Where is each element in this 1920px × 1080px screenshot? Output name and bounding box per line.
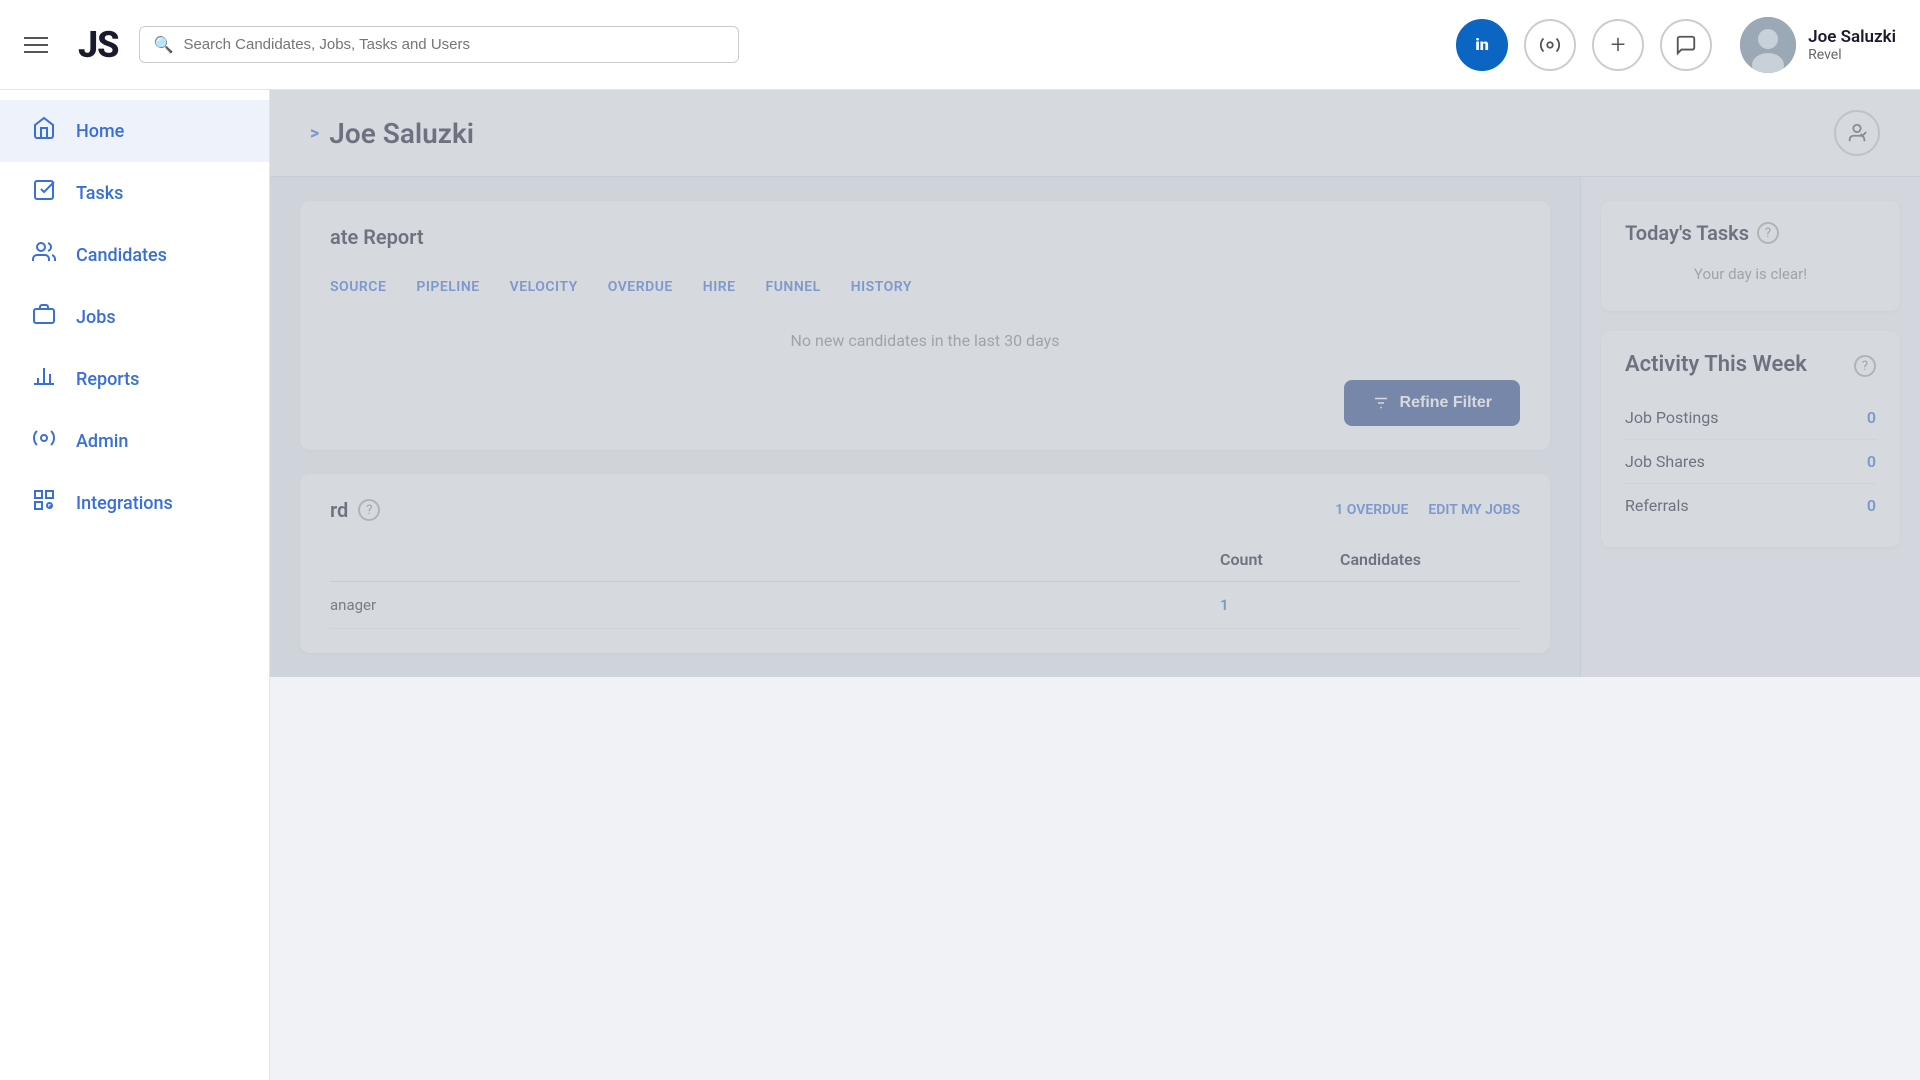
activity-row-referrals: Referrals 0 xyxy=(1625,484,1876,527)
sidebar-label-integrations: Integrations xyxy=(76,493,173,514)
content-grid: ate Report SOURCE PIPELINE VELOCITY OVER… xyxy=(270,177,1920,677)
activity-card: Activity This Week ? Job Postings 0 Job … xyxy=(1601,331,1900,547)
user-info: Joe Saluzki Revel xyxy=(1808,27,1896,63)
sidebar-label-home: Home xyxy=(76,121,124,142)
user-name: Joe Saluzki xyxy=(1808,27,1896,47)
tasks-clear-message: Your day is clear! xyxy=(1625,257,1876,291)
overdue-link[interactable]: 1 OVERDUE xyxy=(1335,502,1408,518)
page-title: Joe Saluzki xyxy=(329,117,474,150)
search-icon: 🔍 xyxy=(154,35,174,54)
col-candidates: Candidates xyxy=(1340,550,1520,569)
todays-tasks-card: Today's Tasks ? Your day is clear! xyxy=(1601,201,1900,311)
activity-row-job-shares: Job Shares 0 xyxy=(1625,440,1876,484)
jobs-icon xyxy=(30,302,58,332)
sidebar-label-admin: Admin xyxy=(76,431,128,452)
report-card: ate Report SOURCE PIPELINE VELOCITY OVER… xyxy=(300,201,1550,450)
breadcrumb-arrow: > xyxy=(310,123,319,144)
sidebar-item-reports[interactable]: Reports xyxy=(0,348,269,410)
nav-action-icons: in + xyxy=(1456,19,1712,71)
left-panel: ate Report SOURCE PIPELINE VELOCITY OVER… xyxy=(270,177,1580,677)
sidebar-item-integrations[interactable]: Integrations xyxy=(0,472,269,534)
tab-history[interactable]: HISTORY xyxy=(851,279,912,295)
sidebar-item-admin[interactable]: Admin xyxy=(0,410,269,472)
user-link-icon[interactable] xyxy=(1834,110,1880,156)
report-title: ate Report xyxy=(330,225,424,249)
activity-label-job-shares: Job Shares xyxy=(1625,452,1705,471)
tab-hire[interactable]: HIRE xyxy=(703,279,736,295)
sidebar-item-home[interactable]: Home xyxy=(0,100,269,162)
activity-row-job-postings: Job Postings 0 xyxy=(1625,396,1876,440)
no-data-message: No new candidates in the last 30 days xyxy=(330,311,1520,370)
table-row: anager 1 xyxy=(330,582,1520,629)
sidebar-label-jobs: Jobs xyxy=(76,307,116,328)
dashboard-title: rd xyxy=(330,498,348,522)
reports-icon xyxy=(30,364,58,394)
add-icon[interactable]: + xyxy=(1592,19,1644,71)
tasks-help-icon[interactable]: ? xyxy=(1757,222,1779,244)
table-header: Count Candidates xyxy=(330,538,1520,582)
page-header: > Joe Saluzki xyxy=(270,90,1920,177)
tools-icon[interactable] xyxy=(1524,19,1576,71)
tab-pipeline[interactable]: PIPELINE xyxy=(416,279,479,295)
user-org: Revel xyxy=(1808,47,1896,63)
activity-count-job-shares: 0 xyxy=(1867,452,1876,471)
sidebar-label-reports: Reports xyxy=(76,369,139,390)
row-count[interactable]: 1 xyxy=(1220,596,1340,614)
activity-count-job-postings: 0 xyxy=(1867,408,1876,427)
menu-hamburger[interactable] xyxy=(24,37,48,53)
activity-count-referrals: 0 xyxy=(1867,496,1876,515)
integrations-icon xyxy=(30,488,58,518)
col-count: Count xyxy=(1220,550,1340,569)
activity-label-referrals: Referrals xyxy=(1625,496,1689,515)
col-name xyxy=(330,550,1220,569)
row-name: anager xyxy=(330,596,1220,614)
activity-help-icon[interactable]: ? xyxy=(1854,355,1876,377)
refine-filter-button[interactable]: Refine Filter xyxy=(1344,380,1520,426)
sidebar: Home Tasks Candidates Jobs Reports Admin xyxy=(0,90,270,1080)
top-navigation: JS 🔍 in + Joe Saluzki Revel xyxy=(0,0,1920,90)
activity-label-job-postings: Job Postings xyxy=(1625,408,1718,427)
dashboard-help-icon[interactable]: ? xyxy=(358,499,380,521)
tab-overdue[interactable]: OVERDUE xyxy=(608,279,673,295)
linkedin-icon[interactable]: in xyxy=(1456,19,1508,71)
tab-velocity[interactable]: VELOCITY xyxy=(510,279,578,295)
sidebar-item-tasks[interactable]: Tasks xyxy=(0,162,269,224)
admin-icon xyxy=(30,426,58,456)
search-bar[interactable]: 🔍 xyxy=(139,26,739,63)
messages-icon[interactable] xyxy=(1660,19,1712,71)
edit-my-jobs-link[interactable]: EDIT MY JOBS xyxy=(1428,502,1520,518)
sidebar-item-candidates[interactable]: Candidates xyxy=(0,224,269,286)
tab-funnel[interactable]: FUNNEL xyxy=(766,279,821,295)
activity-title: Activity This Week xyxy=(1625,351,1807,380)
search-input[interactable] xyxy=(183,36,723,53)
sidebar-item-jobs[interactable]: Jobs xyxy=(0,286,269,348)
tasks-header: Today's Tasks ? xyxy=(1625,221,1876,245)
home-icon xyxy=(30,116,58,146)
activity-header: Activity This Week ? xyxy=(1625,351,1876,380)
user-avatar xyxy=(1740,17,1796,73)
tasks-title: Today's Tasks xyxy=(1625,221,1749,245)
tab-source[interactable]: SOURCE xyxy=(330,279,386,295)
sidebar-label-candidates: Candidates xyxy=(76,245,167,266)
main-wrapper: > Joe Saluzki ate Report SOURCE PIPELINE… xyxy=(270,90,1920,1080)
right-panel: Today's Tasks ? Your day is clear! Activ… xyxy=(1580,177,1920,677)
tasks-icon xyxy=(30,178,58,208)
report-tabs: SOURCE PIPELINE VELOCITY OVERDUE HIRE FU… xyxy=(330,279,1520,295)
sidebar-label-tasks: Tasks xyxy=(76,183,123,204)
dashboard-card: rd ? 1 OVERDUE EDIT MY JOBS Count Candid… xyxy=(300,474,1550,653)
app-logo: JS xyxy=(78,24,119,66)
user-area[interactable]: Joe Saluzki Revel xyxy=(1740,17,1896,73)
refine-filter-label: Refine Filter xyxy=(1400,394,1492,412)
candidates-icon xyxy=(30,240,58,270)
